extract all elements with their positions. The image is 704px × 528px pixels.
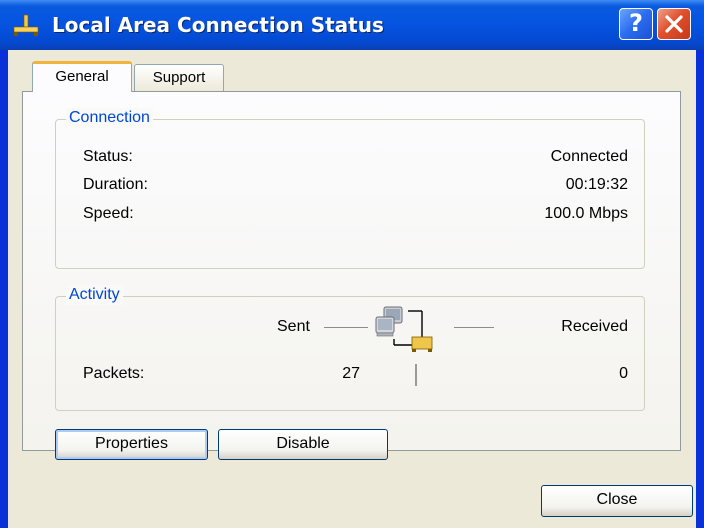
dialog-window: Local Area Connection Status ? General S… bbox=[0, 0, 704, 528]
tab-support[interactable]: Support bbox=[134, 64, 224, 92]
tab-general[interactable]: General bbox=[32, 61, 132, 92]
dialog-client-area: General Support Connection Status: Conne… bbox=[8, 50, 696, 528]
network-connection-icon bbox=[12, 14, 40, 38]
title-bar[interactable]: Local Area Connection Status ? bbox=[0, 0, 704, 50]
help-button[interactable]: ? bbox=[619, 8, 653, 40]
packets-sent-value: 27 bbox=[342, 365, 360, 382]
activity-group: Activity Sent Received Packets: 27 0 bbox=[55, 285, 645, 411]
title-close-button[interactable] bbox=[657, 8, 691, 40]
close-icon bbox=[665, 15, 683, 33]
close-button[interactable]: Close bbox=[541, 485, 693, 517]
duration-label: Duration: bbox=[83, 176, 148, 193]
received-label: Received bbox=[561, 318, 628, 335]
connection-group: Connection Status: Connected Duration: 0… bbox=[55, 108, 645, 269]
activity-divider bbox=[415, 364, 417, 386]
received-line bbox=[454, 327, 494, 328]
speed-label: Speed: bbox=[83, 205, 134, 222]
duration-value: 00:19:32 bbox=[565, 176, 628, 193]
properties-button[interactable]: Properties bbox=[55, 429, 208, 460]
packets-label: Packets: bbox=[83, 365, 145, 382]
packets-received-value: 0 bbox=[619, 365, 628, 382]
sent-label: Sent bbox=[277, 318, 310, 335]
status-value: Connected bbox=[550, 148, 628, 165]
disable-button[interactable]: Disable bbox=[218, 429, 388, 460]
connection-group-title: Connection bbox=[66, 108, 153, 128]
activity-group-title: Activity bbox=[66, 285, 123, 305]
window-title: Local Area Connection Status bbox=[52, 13, 384, 37]
sent-line bbox=[324, 327, 368, 328]
general-tab-panel: Connection Status: Connected Duration: 0… bbox=[22, 91, 681, 460]
speed-value: 100.0 Mbps bbox=[544, 205, 628, 222]
network-activity-icon bbox=[372, 301, 447, 357]
status-label: Status: bbox=[83, 148, 133, 165]
